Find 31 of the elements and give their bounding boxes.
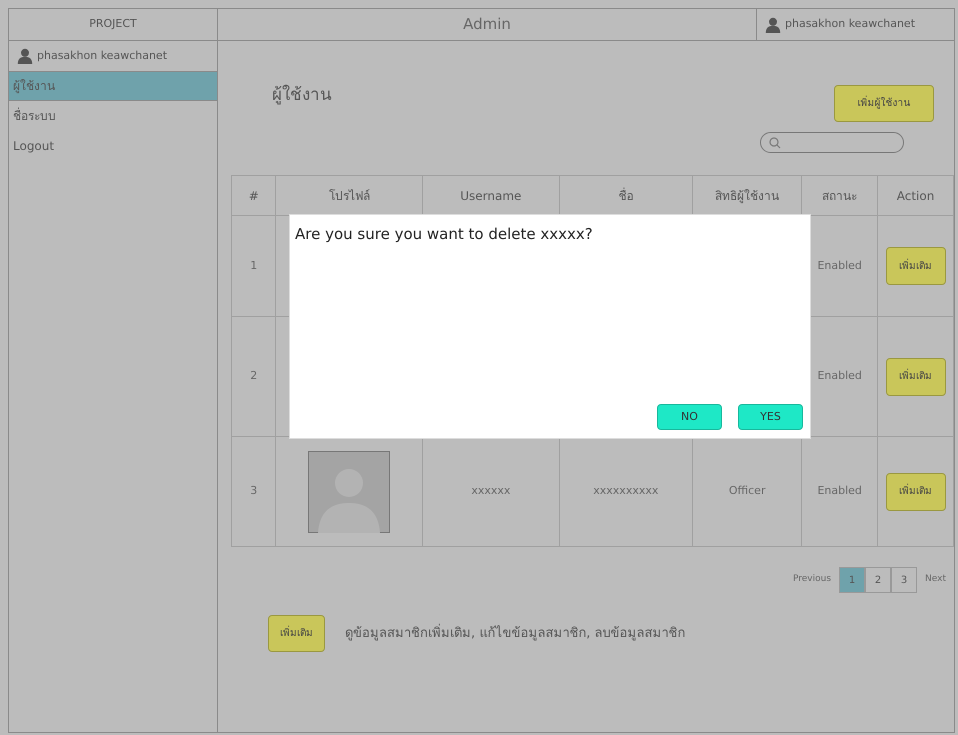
table-cell: 1 xyxy=(232,216,276,316)
search-icon xyxy=(769,136,781,148)
confirm-yes-button[interactable]: YES xyxy=(738,404,803,430)
column-header: # xyxy=(232,176,276,216)
dialog-message: Are you sure you want to delete xxxxx? xyxy=(294,224,594,245)
more-button[interactable]: เพิ่มเติม xyxy=(268,615,325,652)
next-link[interactable]: Next xyxy=(925,573,946,587)
add-user-button[interactable]: เพิ่มผู้ใช้งาน xyxy=(834,85,934,122)
user-icon xyxy=(17,48,33,64)
page-button[interactable]: 1 xyxy=(839,567,866,593)
search-field[interactable] xyxy=(760,132,904,153)
page-title: ผู้ใช้งาน xyxy=(272,84,332,107)
user-icon xyxy=(765,16,781,32)
sidebar-item[interactable]: ชื่อระบบ xyxy=(9,101,217,131)
table-cell: 2 xyxy=(232,316,276,436)
legend-text: ดูข้อมูลสมาชิกเพิ่มเติม, แก้ไขข้อมูลสมาชิก, ลบข้อมูลสมาชิก xyxy=(345,624,686,643)
user-name: phasakhon keawchanet xyxy=(37,48,168,64)
more-button[interactable]: เพิ่มเติม xyxy=(886,472,946,510)
sidebar-item[interactable]: Logout xyxy=(9,131,217,161)
table-cell: 3 xyxy=(232,436,276,546)
more-button[interactable]: เพิ่มเติม xyxy=(886,358,946,396)
page-button[interactable]: 2 xyxy=(865,567,892,593)
user-name: phasakhon keawchanet xyxy=(785,16,916,32)
previous-link[interactable]: Previous xyxy=(792,573,832,587)
more-button[interactable]: เพิ่มเติม xyxy=(886,247,946,285)
brand-label: PROJECT xyxy=(89,16,137,32)
header-title: Admin xyxy=(463,14,511,36)
sidebar-item[interactable]: ผู้ใช้งาน xyxy=(9,71,217,101)
column-header: Action xyxy=(878,176,954,216)
confirm-no-button[interactable]: NO xyxy=(657,404,722,430)
page-button[interactable]: 3 xyxy=(891,567,918,593)
